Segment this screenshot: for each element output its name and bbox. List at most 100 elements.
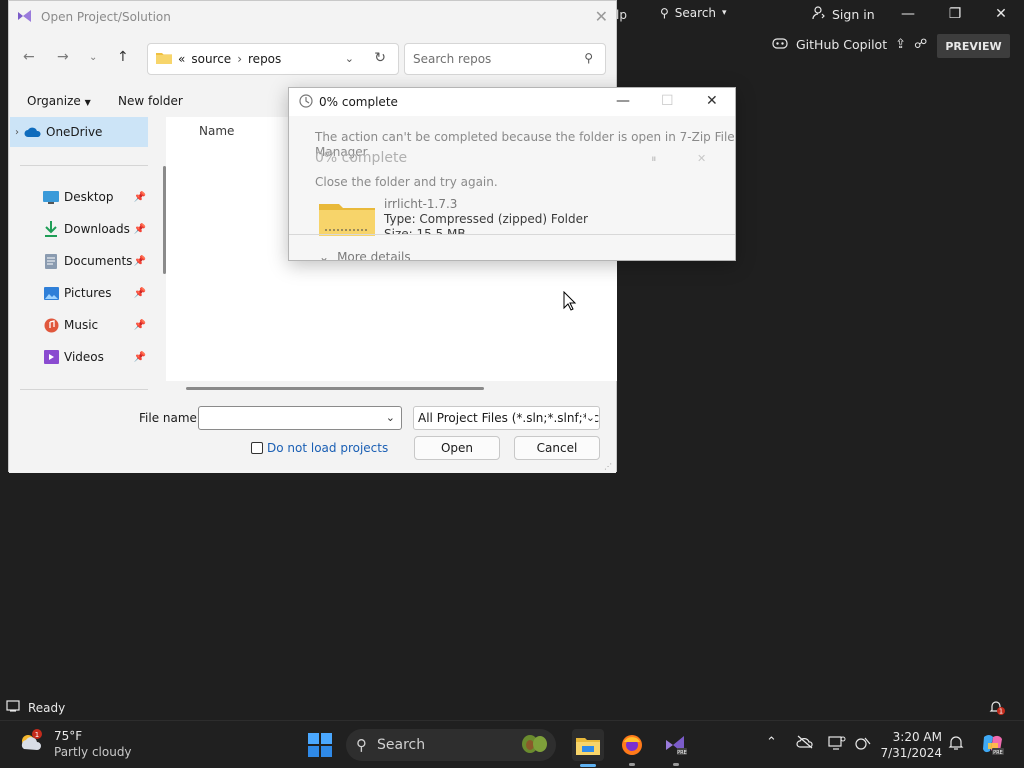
pin-icon[interactable]: 📌: [134, 320, 146, 331]
taskbar-search[interactable]: ⚲ Search: [346, 729, 556, 761]
close-icon[interactable]: ✕: [991, 6, 1011, 22]
divider: [289, 234, 735, 235]
chevron-down-icon[interactable]: ⌄: [386, 411, 395, 424]
pin-icon[interactable]: 📌: [134, 192, 146, 203]
file-type-value: All Project Files (*.sln;*.slnf;*.csproj: [418, 411, 600, 425]
sidebar-item-music[interactable]: Music 📌: [10, 310, 148, 340]
breadcrumb-source[interactable]: source: [191, 52, 231, 66]
back-arrow-icon[interactable]: ←: [23, 49, 35, 65]
pictures-icon: [42, 285, 60, 301]
firefox-taskbar-button[interactable]: [616, 729, 648, 766]
search-input[interactable]: Search repos ⚲: [404, 43, 606, 75]
file-type-select[interactable]: All Project Files (*.sln;*.slnf;*.csproj…: [413, 406, 600, 430]
help-menu[interactable]: lp: [616, 8, 627, 22]
more-details-toggle[interactable]: ⌄ More details: [319, 250, 411, 261]
taskbar-search-label: Search: [377, 737, 426, 753]
start-button[interactable]: [308, 733, 332, 760]
copilot-label[interactable]: GitHub Copilot: [796, 37, 887, 52]
output-icon: [6, 700, 20, 715]
copilot-taskbar-icon[interactable]: PRE: [980, 731, 1006, 761]
sidebar-item-label: Videos: [64, 350, 104, 364]
column-header-name[interactable]: Name: [199, 124, 234, 138]
minimize-icon[interactable]: —: [898, 6, 918, 22]
close-icon[interactable]: ✕: [706, 93, 718, 109]
sidebar-item-pictures[interactable]: Pictures 📌: [10, 278, 148, 308]
chevron-up-icon[interactable]: ⌃: [766, 735, 777, 750]
copilot-icon: [772, 36, 788, 53]
sidebar-item-downloads[interactable]: Downloads 📌: [10, 214, 148, 244]
share-icon[interactable]: ⇪: [895, 37, 906, 52]
clock[interactable]: 3:20 AM 7/31/2024: [880, 729, 942, 761]
progress-title: 0% complete: [319, 95, 398, 109]
sidebar-item-label: Desktop: [64, 190, 114, 204]
file-explorer-taskbar-button[interactable]: [572, 729, 604, 767]
breadcrumb-repos[interactable]: repos: [248, 52, 281, 66]
pin-icon[interactable]: 📌: [134, 352, 146, 363]
checkbox-label[interactable]: Do not load projects: [267, 441, 388, 455]
chevron-down-icon: ▾: [722, 8, 727, 18]
resize-grip-icon[interactable]: ⋰: [604, 462, 612, 471]
up-arrow-icon[interactable]: ↑: [117, 49, 129, 65]
status-text: Ready: [28, 700, 66, 715]
refresh-icon[interactable]: ↻: [374, 50, 386, 66]
pin-icon[interactable]: 📌: [134, 288, 146, 299]
pin-icon[interactable]: 📌: [134, 224, 146, 235]
music-icon: [42, 317, 60, 333]
mouse-cursor-icon: [563, 290, 577, 314]
new-folder-button[interactable]: New folder: [118, 94, 183, 108]
close-icon[interactable]: ✕: [595, 7, 608, 26]
time: 3:20 AM: [892, 730, 942, 744]
feedback-icon[interactable]: ☍: [914, 37, 927, 52]
zip-folder-icon: [319, 200, 375, 236]
dialog-title-bar: Open Project/Solution: [9, 1, 616, 33]
address-dropdown-icon[interactable]: ⌄: [345, 52, 354, 65]
chevron-down-icon[interactable]: ⌄: [585, 411, 595, 424]
onedrive-offline-icon[interactable]: [796, 735, 814, 753]
maximize-icon: ☐: [661, 93, 674, 109]
ghost-progress-title: 0% complete: [315, 150, 408, 166]
do-not-load-checkbox[interactable]: Do not load projects: [251, 441, 388, 455]
weather-widget[interactable]: 1 75°F Partly cloudy: [16, 727, 132, 760]
minimize-icon[interactable]: —: [616, 93, 630, 109]
sidebar-item-videos[interactable]: Videos 📌: [10, 342, 148, 372]
forward-arrow-icon[interactable]: →: [57, 49, 69, 65]
restore-icon[interactable]: ❐: [945, 6, 965, 22]
address-bar[interactable]: « source › repos ⌄ ↻: [147, 43, 399, 75]
open-button[interactable]: Open: [414, 436, 500, 460]
search-icon: ⚲: [356, 736, 367, 754]
sidebar-item-documents[interactable]: Documents 📌: [10, 246, 148, 276]
file-name-input[interactable]: ⌄: [198, 406, 402, 430]
breadcrumb-overflow[interactable]: «: [178, 52, 185, 66]
folder-icon: [156, 51, 172, 67]
account-icon: [812, 6, 826, 23]
recent-chevron-icon[interactable]: ⌄: [89, 52, 97, 63]
running-indicator: [673, 763, 679, 766]
cancel-button[interactable]: Cancel: [514, 436, 600, 460]
instruction-text: Close the folder and try again.: [315, 175, 498, 189]
date: 7/31/2024: [880, 746, 942, 760]
sign-in-button[interactable]: Sign in: [812, 6, 875, 23]
notifications-bell-icon[interactable]: [948, 735, 964, 755]
ghost-close-icon: ✕: [697, 152, 707, 165]
visual-studio-taskbar-button[interactable]: PRE: [660, 729, 692, 766]
weather-badge: 1: [35, 731, 39, 739]
notification-bell-icon[interactable]: 1: [988, 698, 1006, 719]
organize-button[interactable]: Organize ▼: [27, 94, 91, 108]
expand-chevron-icon[interactable]: ›: [10, 127, 24, 138]
sidebar-item-desktop[interactable]: Desktop 📌: [10, 182, 148, 212]
documents-icon: [42, 253, 60, 269]
pin-icon[interactable]: 📌: [134, 256, 146, 267]
checkbox-box[interactable]: [251, 442, 263, 454]
network-icon[interactable]: [854, 735, 872, 755]
svg-text:PRE: PRE: [993, 750, 1003, 756]
status-bar: Ready 1: [0, 696, 1024, 720]
horizontal-scrollbar[interactable]: [186, 387, 484, 390]
onedrive-icon: [24, 124, 42, 140]
vs-search-button[interactable]: ⚲ Search ▾: [660, 6, 727, 20]
display-icon[interactable]: [828, 735, 846, 755]
preview-badge[interactable]: PREVIEW: [937, 34, 1010, 58]
search-placeholder: Search repos: [413, 52, 492, 66]
temperature: 75°F: [54, 728, 83, 743]
sidebar-item-onedrive[interactable]: › OneDrive: [10, 117, 148, 147]
more-details-label: More details: [337, 250, 411, 261]
